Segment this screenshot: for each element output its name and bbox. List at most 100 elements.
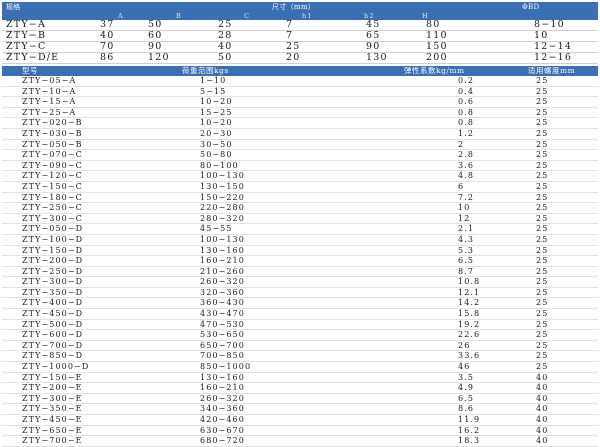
spring-rate-cell: 2: [332, 139, 502, 151]
model-cell: ZTY−300−E: [2, 393, 142, 405]
load-range-cell: 430−470: [142, 308, 332, 320]
model-cell: ZTY−400−D: [2, 297, 142, 310]
table-row: ZTY−15−A 10−20 0.6 25: [2, 96, 598, 108]
load-range-cell: 340−360: [142, 403, 332, 415]
table-row: ZTY−030−B 20−30 1.2 25: [2, 128, 598, 140]
table-row: ZTY−200−D 160−210 6.5 25: [2, 255, 598, 267]
dim-cell: 28: [218, 30, 272, 42]
model-cell: ZTY−250−C: [2, 202, 142, 214]
table-row: ZTY−400−D 360−430 14.2 25: [2, 297, 598, 310]
model-cell: ZTY−850−D: [2, 350, 142, 363]
thread-cell: 25: [502, 117, 598, 129]
dim-cell: 8−10: [522, 20, 598, 31]
spring-rate-cell: 11.9: [332, 414, 502, 426]
load-range-cell: 160−210: [142, 382, 332, 394]
thread-cell: 25: [502, 181, 598, 193]
thread-cell: 25: [502, 128, 598, 140]
model-cell: ZTY−350−E: [2, 403, 142, 415]
model-cell: ZTY−25−A: [2, 107, 142, 119]
table-row: ZTY−300−D 260−320 10.8 25: [2, 276, 598, 288]
load-range-cell: 530−650: [142, 329, 332, 341]
header-c: C: [218, 12, 272, 20]
header-load-range: 荷重范围kgs: [142, 66, 332, 76]
model-cell: ZTY−180−C: [2, 192, 142, 204]
spec-sheet: 规格 尺寸（mm） ΦBD A B C h1 h2 H ZTY−A 37 50 …: [0, 0, 600, 447]
table-row: ZTY−600−D 530−650 22.6 25: [2, 329, 598, 341]
thread-cell: 40: [502, 382, 598, 394]
load-range-cell: 150−220: [142, 192, 332, 204]
table-row: ZTY−250−C 220−280 10 25: [2, 202, 598, 214]
load-range-cell: 10−20: [142, 96, 332, 108]
load-range-cell: 80−100: [142, 160, 332, 172]
model-cell: ZTY−150−C: [2, 181, 142, 193]
table-row: ZTY−B 40 60 28 7 65 110 10: [2, 30, 598, 42]
load-range-cell: 470−530: [142, 319, 332, 331]
header-a: A: [62, 12, 148, 20]
load-range-cell: 850−1000: [142, 361, 332, 373]
thread-cell: 25: [502, 287, 598, 299]
thread-cell: 25: [502, 192, 598, 204]
table-row: ZTY−C 70 90 40 25 90 150 12−14: [2, 41, 598, 53]
header-h2: h2: [330, 12, 392, 20]
dim-cell: 7: [272, 30, 330, 42]
table-row: ZTY−200−E 160−210 4.9 40: [2, 382, 598, 394]
spring-rate-cell: 0.2: [332, 76, 502, 87]
thread-cell: 25: [502, 76, 598, 87]
header-bd: ΦBD: [522, 2, 598, 12]
load-range-cell: 100−130: [142, 234, 332, 246]
dim-cell: 20: [272, 52, 330, 64]
dimension-subheader-row: A B C h1 h2 H: [2, 12, 598, 20]
thread-cell: 40: [502, 372, 598, 384]
dim-cell: 50: [148, 20, 218, 31]
load-range-cell: 5−15: [142, 86, 332, 98]
table-row: ZTY−450−E 420−460 11.9 40: [2, 414, 598, 426]
header-spring-rate: 弹性系数kg/mm: [332, 66, 502, 76]
load-range-cell: 280−320: [142, 213, 332, 225]
model-cell: ZTY−070−C: [2, 149, 142, 161]
model-cell: ZTY−300−D: [2, 276, 142, 288]
spring-rate-cell: 10.8: [332, 276, 502, 288]
model-cell: ZTY−350−D: [2, 287, 142, 299]
table-row: ZTY−150−D 130−160 5.3 25: [2, 245, 598, 257]
load-range-cell: 260−320: [142, 276, 332, 288]
model-cell: ZTY−090−C: [2, 160, 142, 172]
load-range-cell: 20−30: [142, 128, 332, 140]
dim-cell: 45: [330, 20, 392, 31]
thread-cell: 25: [502, 245, 598, 257]
table-row: ZTY−050−B 30−50 2 25: [2, 139, 598, 151]
spec-cell: ZTY−C: [2, 41, 62, 53]
dim-cell: 40: [62, 30, 148, 42]
model-cell: ZTY−120−C: [2, 170, 142, 182]
thread-cell: 25: [502, 160, 598, 172]
spec-cell: ZTY−A: [2, 20, 62, 31]
table-row: ZTY−D/E 86 120 50 20 130 200 12−16: [2, 52, 598, 64]
load-range-cell: 130−160: [142, 245, 332, 257]
load-range-cell: 130−160: [142, 372, 332, 384]
spring-rate-cell: 19.2: [332, 319, 502, 331]
load-range-cell: 650−700: [142, 340, 332, 352]
load-range-cell: 1−10: [142, 76, 332, 87]
spring-rate-cell: 10: [332, 202, 502, 214]
table-row: ZTY−650−E 630−670 16.2 40: [2, 425, 598, 437]
load-range-cell: 220−280: [142, 202, 332, 214]
thread-cell: 25: [502, 202, 598, 214]
spring-rate-cell: 0.4: [332, 86, 502, 98]
dim-cell: 70: [62, 41, 148, 53]
model-cell: ZTY−600−D: [2, 329, 142, 341]
header-thread: 适用螺度mm: [502, 66, 598, 76]
table-row: ZTY−25−A 15−25 0.8 25: [2, 107, 598, 119]
thread-cell: 25: [502, 234, 598, 246]
load-range-cell: 360−430: [142, 297, 332, 310]
header-size-mm: 尺寸（mm）: [272, 2, 330, 12]
spring-rate-cell: 6.5: [332, 393, 502, 405]
table-row: ZTY−250−D 210−260 8.7 25: [2, 266, 598, 278]
dim-cell: 60: [148, 30, 218, 42]
thread-cell: 25: [502, 340, 598, 352]
dimension-table: 规格 尺寸（mm） ΦBD A B C h1 h2 H ZTY−A 37 50 …: [2, 2, 598, 64]
model-cell: ZTY−150−D: [2, 245, 142, 257]
thread-cell: 25: [502, 329, 598, 341]
spring-rate-cell: 26: [332, 340, 502, 352]
spring-rate-cell: 46: [332, 361, 502, 373]
model-cell: ZTY−050−D: [2, 223, 142, 235]
spring-rate-cell: 1.2: [332, 128, 502, 140]
